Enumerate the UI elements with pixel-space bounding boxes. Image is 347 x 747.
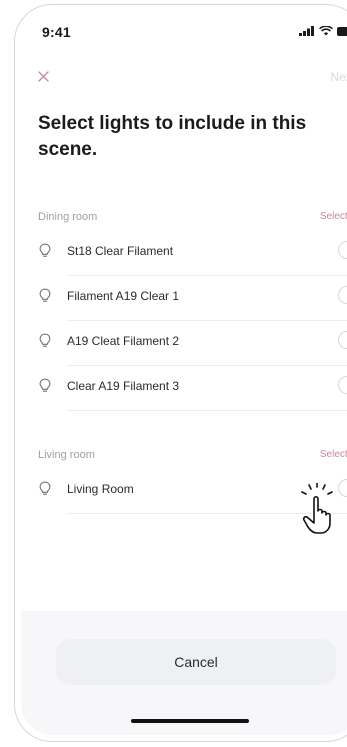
lightbulb-icon <box>39 288 51 302</box>
light-label: St18 Clear Filament <box>67 244 174 258</box>
divider <box>67 410 347 411</box>
close-button[interactable] <box>34 67 54 87</box>
section-dining-room: Dining room Select All St18 Clear Filame… <box>21 211 347 411</box>
home-indicator <box>131 719 249 723</box>
section-label: Dining room <box>38 211 98 223</box>
signal-bars-icon <box>299 26 314 36</box>
lightbulb-icon <box>39 243 51 257</box>
tap-gesture-icon <box>301 483 333 534</box>
section-header: Dining room Select All <box>21 211 347 231</box>
phone-frame: 9:41 Ne Select lights to include in this… <box>14 4 347 742</box>
screen: 9:41 Ne Select lights to include in this… <box>21 11 347 735</box>
lightbulb-icon <box>39 333 51 347</box>
light-label: Clear A19 Filament 3 <box>67 379 180 393</box>
lightbulb-icon <box>39 481 51 495</box>
light-label: A19 Cleat Filament 2 <box>67 334 180 348</box>
section-label: Living room <box>38 449 95 461</box>
section-header: Living room Select All <box>21 449 347 469</box>
status-time: 9:41 <box>42 24 71 40</box>
next-button[interactable]: Next <box>330 70 347 84</box>
select-radio[interactable] <box>338 376 347 394</box>
select-radio[interactable] <box>338 241 347 259</box>
light-item[interactable]: Filament A19 Clear 1 <box>21 276 347 321</box>
wifi-icon <box>319 26 333 36</box>
page-title: Select lights to include in this scene. <box>38 113 307 160</box>
battery-icon <box>337 26 347 36</box>
select-radio[interactable] <box>338 286 347 304</box>
light-label: Living Room <box>67 482 134 496</box>
cancel-button[interactable]: Cancel <box>56 639 336 685</box>
select-all-button[interactable]: Select All <box>320 211 347 222</box>
select-all-button[interactable]: Select All <box>320 449 347 460</box>
select-radio[interactable] <box>338 331 347 349</box>
lightbulb-icon <box>39 378 51 392</box>
light-item[interactable]: A19 Cleat Filament 2 <box>21 321 347 366</box>
status-bar: 9:41 <box>21 22 347 44</box>
close-icon <box>38 71 49 82</box>
light-item[interactable]: St18 Clear Filament <box>21 231 347 276</box>
light-label: Filament A19 Clear 1 <box>67 289 180 303</box>
light-item[interactable]: Clear A19 Filament 3 <box>21 366 347 411</box>
status-icons <box>299 26 347 36</box>
top-bar: Next <box>21 67 347 91</box>
